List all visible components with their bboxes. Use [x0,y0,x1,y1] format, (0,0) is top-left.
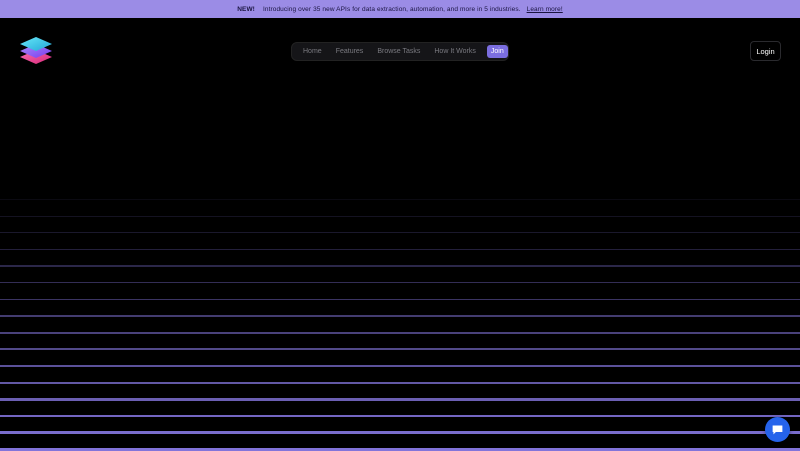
decorative-line [0,331,800,334]
decorative-line [0,348,800,351]
decorative-line [0,232,800,234]
decorative-line [0,265,800,267]
main-nav: Home Features Browse Tasks How It Works … [291,42,509,61]
announcement-text: Introducing over 35 new APIs for data ex… [262,5,521,13]
decorative-line [0,282,800,284]
chat-widget-button[interactable] [765,417,790,442]
decorative-horizontal-lines [0,199,800,451]
decorative-line [0,298,800,301]
decorative-line [0,398,800,401]
decorative-line [0,199,800,200]
decorative-line [0,431,800,435]
nav-browse-tasks[interactable]: Browse Tasks [370,48,427,55]
nav-how-it-works[interactable]: How It Works [427,48,483,55]
decorative-line [0,381,800,384]
decorative-line [0,315,800,317]
chat-bubble-icon [772,425,783,435]
decorative-line [0,215,800,217]
learn-more-link[interactable]: Learn more! [527,6,563,13]
nav-features[interactable]: Features [329,48,371,55]
nav-home[interactable]: Home [296,48,329,55]
decorative-line [0,414,800,418]
login-button[interactable]: Login [750,41,781,61]
new-badge: NEW! [237,5,255,13]
decorative-line [0,248,800,250]
join-button[interactable]: Join [486,45,508,58]
decorative-line [0,365,800,368]
announcement-banner: NEW! Introducing over 35 new APIs for da… [0,0,800,18]
stacked-layers-logo-icon[interactable] [18,33,54,69]
